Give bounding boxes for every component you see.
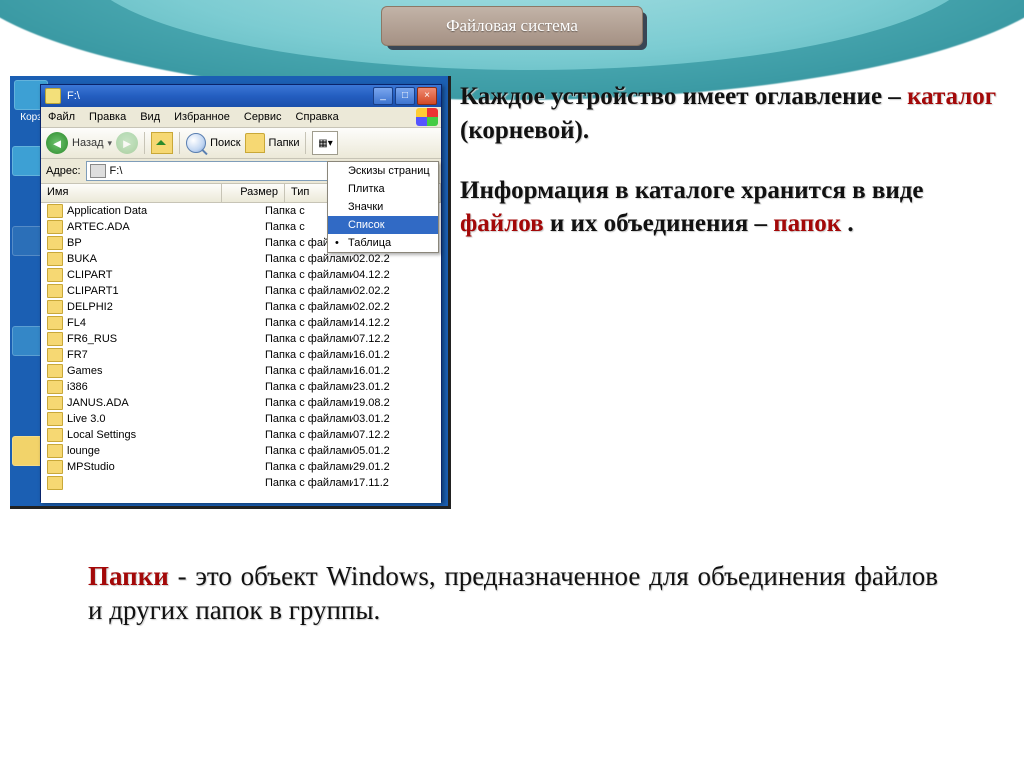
menu-bar[interactable]: Файл Правка Вид Избранное Сервис Справка bbox=[41, 107, 441, 128]
view-dropdown[interactable]: Эскизы страниц Плитка Значки Список Табл… bbox=[327, 161, 439, 253]
address-label: Адрес: bbox=[46, 165, 81, 177]
explorer-window: F:\ _ □ × Файл Правка Вид Избранное Серв… bbox=[40, 84, 442, 502]
address-field[interactable]: F:\ ▾ bbox=[86, 161, 365, 181]
folder-icon bbox=[47, 364, 63, 378]
view-tiles[interactable]: Плитка bbox=[328, 180, 438, 198]
body-text: Каждое устройство имеет оглавление – кат… bbox=[460, 80, 1005, 267]
table-row[interactable]: GamesПапка с файлами16.01.2 bbox=[41, 363, 441, 379]
folder-icon bbox=[47, 268, 63, 282]
view-table[interactable]: Таблица bbox=[328, 234, 438, 252]
view-list[interactable]: Список bbox=[328, 216, 438, 234]
col-size[interactable]: Размер bbox=[222, 184, 285, 202]
search-label: Поиск bbox=[210, 137, 240, 149]
folder-icon bbox=[47, 428, 63, 442]
back-label: Назад bbox=[72, 137, 104, 149]
table-row[interactable]: CLIPARTПапка с файлами04.12.2 bbox=[41, 267, 441, 283]
menu-view[interactable]: Вид bbox=[133, 111, 167, 123]
table-row[interactable]: FL4Папка с файлами14.12.2 bbox=[41, 315, 441, 331]
folder-icon bbox=[47, 236, 63, 250]
folder-icon bbox=[47, 444, 63, 458]
folder-icon bbox=[47, 316, 63, 330]
table-row[interactable]: FR6_RUSПапка с файлами07.12.2 bbox=[41, 331, 441, 347]
forward-button[interactable]: ► bbox=[116, 132, 138, 154]
table-row[interactable]: JANUS.ADAПапка с файлами19.08.2 bbox=[41, 395, 441, 411]
address-value: F:\ bbox=[110, 165, 123, 177]
table-row[interactable]: DELPHI2Папка с файлами02.02.2 bbox=[41, 299, 441, 315]
search-icon[interactable] bbox=[186, 133, 206, 153]
window-titlebar[interactable]: F:\ _ □ × bbox=[41, 85, 441, 107]
view-thumbnails[interactable]: Эскизы страниц bbox=[328, 162, 438, 180]
minimize-button[interactable]: _ bbox=[373, 87, 393, 105]
up-folder-button[interactable] bbox=[151, 132, 173, 154]
folders-label: Папки bbox=[269, 137, 300, 149]
table-row[interactable]: i386Папка с файлами23.01.2 bbox=[41, 379, 441, 395]
table-row[interactable]: Local SettingsПапка с файлами07.12.2 bbox=[41, 427, 441, 443]
folder-icon bbox=[47, 460, 63, 474]
toolbar: ◄ Назад ▾ ► Поиск Папки ▦▾ bbox=[41, 128, 441, 159]
folders-icon[interactable] bbox=[245, 133, 265, 153]
back-button[interactable]: ◄ bbox=[46, 132, 68, 154]
slide-title-badge: Файловая система bbox=[381, 6, 643, 46]
table-row[interactable]: Live 3.0Папка с файлами03.01.2 bbox=[41, 411, 441, 427]
table-row[interactable]: Папка с файлами17.11.2 bbox=[41, 475, 441, 491]
table-row[interactable]: FR7Папка с файлами16.01.2 bbox=[41, 347, 441, 363]
slide-title: Файловая система bbox=[381, 6, 643, 46]
folder-icon bbox=[47, 332, 63, 346]
menu-favorites[interactable]: Избранное bbox=[167, 111, 237, 123]
folder-icon bbox=[47, 348, 63, 362]
folder-icon bbox=[47, 476, 63, 490]
table-row[interactable]: CLIPART1Папка с файлами02.02.2 bbox=[41, 283, 441, 299]
explorer-screenshot: Корз F:\ _ □ × Файл Правка Вид Избранное… bbox=[10, 76, 451, 509]
menu-file[interactable]: Файл bbox=[41, 111, 82, 123]
menu-tools[interactable]: Сервис bbox=[237, 111, 289, 123]
folder-icon bbox=[47, 300, 63, 314]
folder-icon bbox=[47, 412, 63, 426]
folder-icon bbox=[47, 396, 63, 410]
folder-icon bbox=[47, 284, 63, 298]
folder-icon bbox=[47, 204, 63, 218]
drive-icon bbox=[90, 164, 106, 178]
folder-icon bbox=[47, 252, 63, 266]
col-name[interactable]: Имя bbox=[41, 184, 222, 202]
table-row[interactable]: loungeПапка с файлами05.01.2 bbox=[41, 443, 441, 459]
definition-text: Папки - это объект Windows, предназначен… bbox=[88, 560, 938, 628]
table-row[interactable]: BUKAПапка с файлами02.02.2 bbox=[41, 251, 441, 267]
drive-icon bbox=[45, 88, 61, 104]
views-button[interactable]: ▦▾ bbox=[312, 131, 338, 155]
window-title: F:\ bbox=[67, 90, 80, 102]
view-icons[interactable]: Значки bbox=[328, 198, 438, 216]
folder-icon bbox=[47, 220, 63, 234]
table-row[interactable]: MPStudioПапка с файлами29.01.2 bbox=[41, 459, 441, 475]
menu-edit[interactable]: Правка bbox=[82, 111, 133, 123]
windows-logo-icon bbox=[416, 108, 438, 126]
close-button[interactable]: × bbox=[417, 87, 437, 105]
maximize-button[interactable]: □ bbox=[395, 87, 415, 105]
folder-icon bbox=[47, 380, 63, 394]
menu-help[interactable]: Справка bbox=[289, 111, 346, 123]
